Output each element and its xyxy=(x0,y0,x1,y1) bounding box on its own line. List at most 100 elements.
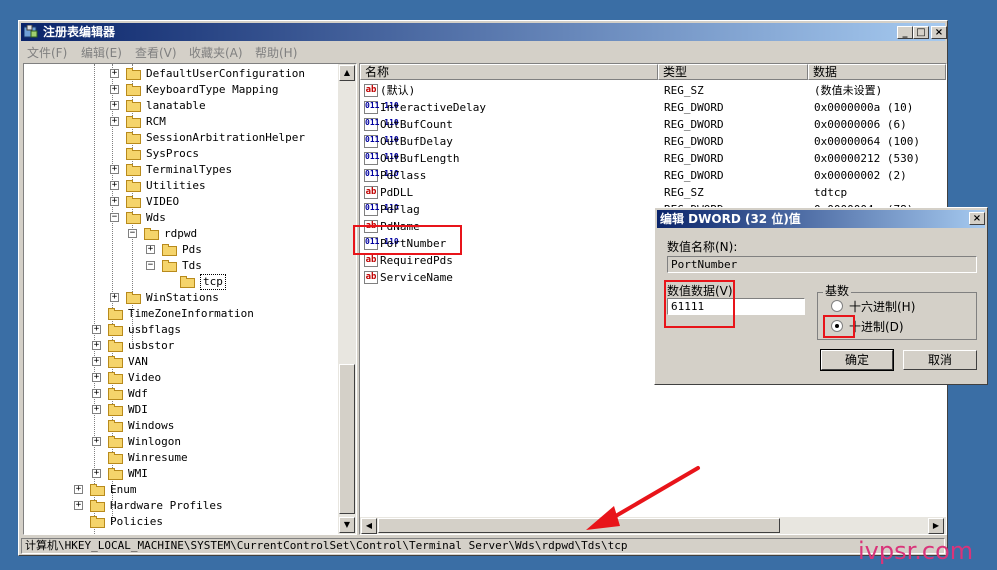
tree-item-label[interactable]: rdpwd xyxy=(164,226,197,242)
list-item[interactable]: ab (默认) REG_SZ (数值未设置) xyxy=(360,82,946,99)
tree-item-label[interactable]: Wdf xyxy=(128,386,148,402)
tree-item-label[interactable]: usbstor xyxy=(128,338,174,354)
scroll-left-arrow-icon[interactable]: ◀ xyxy=(361,518,377,534)
cancel-button[interactable]: 取消 xyxy=(903,350,977,370)
expand-icon[interactable]: + xyxy=(110,197,119,206)
value-name: OutBufDelay xyxy=(380,135,453,148)
scroll-down-arrow-icon[interactable]: ▼ xyxy=(339,517,355,533)
folder-icon xyxy=(126,179,141,193)
annotation-box-port-number xyxy=(353,225,462,255)
folder-icon xyxy=(108,387,123,401)
tree-item-label[interactable]: Wds xyxy=(146,210,166,226)
collapse-icon[interactable]: − xyxy=(146,261,155,270)
tree-item-label[interactable]: Video xyxy=(128,370,161,386)
menu-file[interactable]: 文件(F) xyxy=(27,44,67,61)
expand-icon[interactable]: + xyxy=(110,85,119,94)
folder-icon xyxy=(126,147,141,161)
folder-icon xyxy=(162,243,177,257)
hex-radio-label[interactable]: 十六进制(H) xyxy=(849,298,915,315)
tree-item-label[interactable]: RCM xyxy=(146,114,166,130)
expand-icon[interactable]: + xyxy=(92,437,101,446)
tree-item-label[interactable]: Policies xyxy=(110,514,163,530)
tree-item-label[interactable]: KeyboardType Mapping xyxy=(146,82,278,98)
tree-item-label[interactable]: lanatable xyxy=(146,98,206,114)
expand-icon[interactable]: + xyxy=(110,117,119,126)
tree-item-label[interactable]: Tds xyxy=(182,258,202,274)
expand-icon[interactable]: + xyxy=(92,325,101,334)
expand-icon[interactable]: + xyxy=(110,293,119,302)
collapse-icon[interactable]: − xyxy=(128,229,137,238)
expand-icon[interactable]: + xyxy=(110,101,119,110)
expand-icon[interactable]: + xyxy=(110,181,119,190)
column-header-data[interactable]: 数据 xyxy=(808,64,946,80)
expand-icon[interactable]: + xyxy=(146,245,155,254)
expand-icon[interactable]: + xyxy=(92,373,101,382)
folder-icon xyxy=(108,467,123,481)
expand-icon[interactable]: + xyxy=(92,469,101,478)
expand-icon[interactable]: + xyxy=(92,389,101,398)
tree-item-label[interactable]: WMI xyxy=(128,466,148,482)
hex-radio[interactable] xyxy=(831,300,843,312)
tree-item-label[interactable]: usbflags xyxy=(128,322,181,338)
tree-scroll-thumb[interactable] xyxy=(339,364,355,514)
expand-icon[interactable]: + xyxy=(110,69,119,78)
list-item[interactable]: 011 110 OutBufLength REG_DWORD 0x00000212 (… xyxy=(360,150,946,167)
title-bar[interactable]: 注册表编辑器 _ □ × xyxy=(21,23,947,41)
menu-favorites[interactable]: 收藏夹(A) xyxy=(189,44,243,61)
menu-edit[interactable]: 编辑(E) xyxy=(81,44,122,61)
tree-item-label[interactable]: SysProcs xyxy=(146,146,199,162)
expand-icon[interactable]: + xyxy=(92,341,101,350)
expand-icon[interactable]: + xyxy=(74,485,83,494)
values-scroll-thumb[interactable] xyxy=(378,518,780,533)
scroll-up-arrow-icon[interactable]: ▲ xyxy=(339,65,355,81)
tree-vertical-scrollbar[interactable]: ▲ ▼ xyxy=(338,64,356,534)
tree-item-label[interactable]: VIDEO xyxy=(146,194,179,210)
folder-icon xyxy=(90,515,105,529)
close-button[interactable]: × xyxy=(931,26,947,39)
tree-item-label[interactable]: Winlogon xyxy=(128,434,181,450)
list-item[interactable]: 011 110 OutBufDelay REG_DWORD 0x00000064 (1… xyxy=(360,133,946,150)
value-name: PdClass xyxy=(380,169,427,182)
list-item[interactable]: 011 110 OutBufCount REG_DWORD 0x00000006 (6… xyxy=(360,116,946,133)
tree-item-label[interactable]: Enum xyxy=(110,482,137,498)
tree-item-label[interactable]: WDI xyxy=(128,402,148,418)
expand-icon[interactable]: + xyxy=(92,357,101,366)
tree-item-label[interactable]: tcp xyxy=(200,274,226,290)
dword-value-icon: 011 110 xyxy=(364,101,399,114)
column-header-type[interactable]: 类型 xyxy=(658,64,808,80)
registry-tree-pane[interactable]: + DefaultUserConfiguration + KeyboardType M… xyxy=(23,63,357,535)
tree-item-label[interactable]: Winresume xyxy=(128,450,188,466)
tree-item-label[interactable]: TerminalTypes xyxy=(146,162,232,178)
list-item[interactable]: 011 110 InteractiveDelay REG_DWORD 0x000000… xyxy=(360,99,946,116)
scroll-right-arrow-icon[interactable]: ▶ xyxy=(928,518,944,534)
expand-icon[interactable]: + xyxy=(110,165,119,174)
tree-guide-line xyxy=(94,64,95,534)
tree-item-label[interactable]: Hardware Profiles xyxy=(110,498,223,514)
tree-item-label[interactable]: VAN xyxy=(128,354,148,370)
maximize-button[interactable]: □ xyxy=(913,26,929,39)
folder-icon xyxy=(108,339,123,353)
dialog-title[interactable]: 编辑 DWORD (32 位)值 xyxy=(657,210,985,228)
tree-item-label[interactable]: TimeZoneInformation xyxy=(128,306,254,322)
column-header-name[interactable]: 名称 xyxy=(360,64,658,80)
list-item[interactable]: 011 110 PdClass REG_DWORD 0x00000002 (2) xyxy=(360,167,946,184)
ok-button[interactable]: 确定 xyxy=(820,349,894,371)
tree-item-label[interactable]: Utilities xyxy=(146,178,206,194)
expand-icon[interactable]: + xyxy=(92,405,101,414)
list-item[interactable]: ab PdDLL REG_SZ tdtcp xyxy=(360,184,946,201)
folder-icon xyxy=(108,323,123,337)
dialog-close-button[interactable]: × xyxy=(969,212,985,225)
tree-item-label[interactable]: WinStations xyxy=(146,290,219,306)
dec-radio-label[interactable]: 十进制(D) xyxy=(849,318,904,335)
folder-icon xyxy=(108,435,123,449)
menu-view[interactable]: 查看(V) xyxy=(135,44,177,61)
minimize-button[interactable]: _ xyxy=(897,26,913,39)
menu-help[interactable]: 帮助(H) xyxy=(255,44,297,61)
tree-item-label[interactable]: Pds xyxy=(182,242,202,258)
tree-item-label[interactable]: SessionArbitrationHelper xyxy=(146,130,305,146)
tree-item-label[interactable]: DefaultUserConfiguration xyxy=(146,66,305,82)
collapse-icon[interactable]: − xyxy=(110,213,119,222)
value-name-label: 数值名称(N): xyxy=(667,240,738,254)
tree-item-label[interactable]: Windows xyxy=(128,418,174,434)
expand-icon[interactable]: + xyxy=(74,501,83,510)
